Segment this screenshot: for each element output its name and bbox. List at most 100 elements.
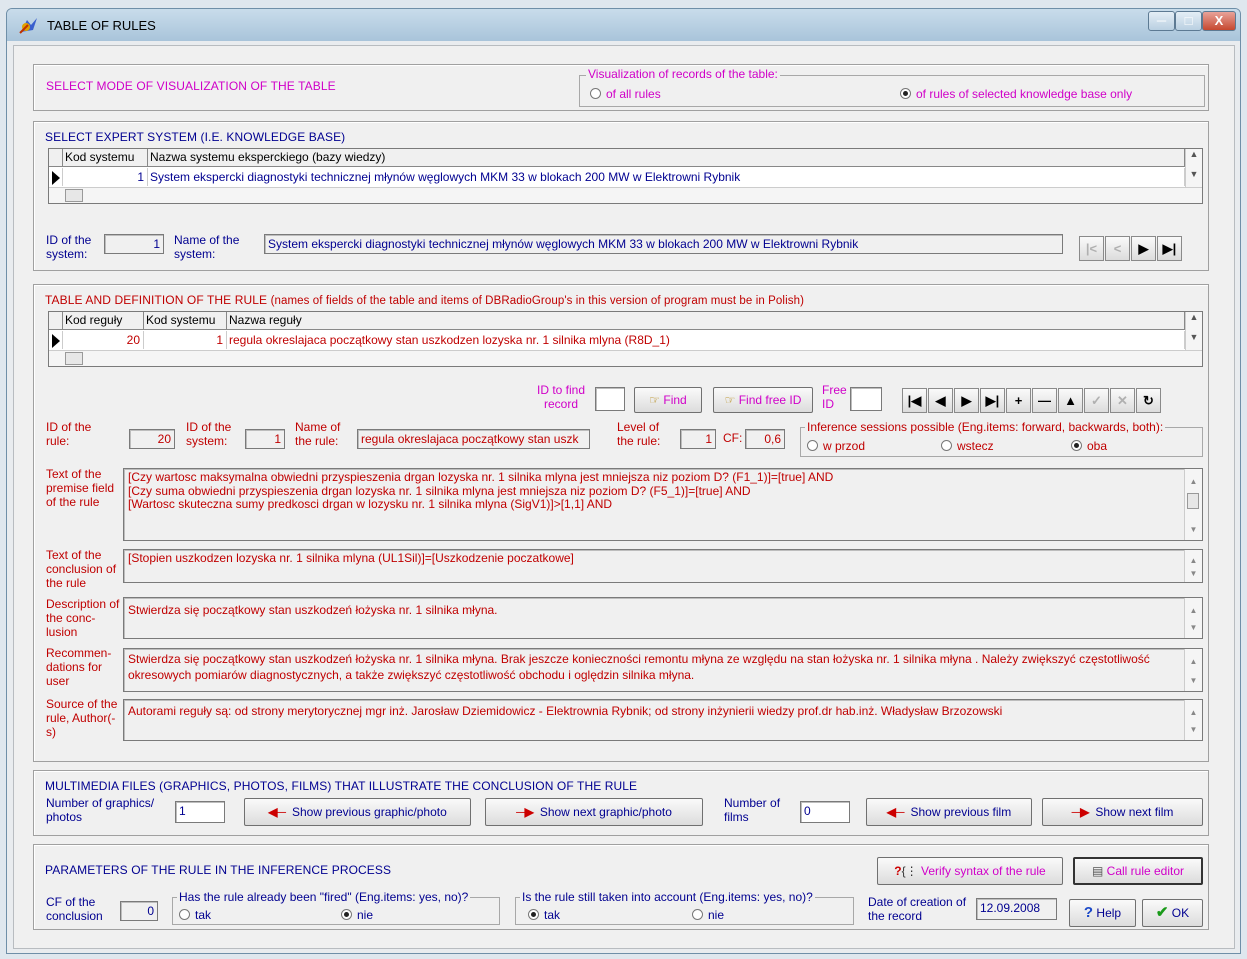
find-free-id-button[interactable]: ☞ Find free ID <box>713 387 813 413</box>
premise-scrollbar[interactable]: ▲ ▼ <box>1184 469 1202 540</box>
nav-refresh-icon[interactable]: ↻ <box>1136 388 1161 413</box>
expert-grid-hscroll[interactable] <box>49 187 1202 203</box>
col-header-nazwa-reguly[interactable]: Nazwa reguły <box>227 312 1185 330</box>
source-memo[interactable]: Autorami reguły są: od strony merytorycz… <box>123 699 1203 741</box>
prev-graphic-button[interactable]: ◀─ Show previous graphic/photo <box>244 798 471 826</box>
cell-nazwa-systemu[interactable]: System ekspercki diagnostyki technicznej… <box>148 168 1185 186</box>
nav-first-icon[interactable]: |◀ <box>902 388 927 413</box>
pointing-hand-icon: ☞ <box>724 393 736 407</box>
find-button[interactable]: ☞ Find <box>634 387 702 413</box>
arrow-left-icon: ◀─ <box>886 805 905 819</box>
verify-syntax-button[interactable]: ?{⋮ Verify syntax of the rule <box>877 857 1063 885</box>
multimedia-panel: MULTIMEDIA FILES (GRAPHICS, PHOTOS, FILM… <box>33 770 1209 836</box>
expert-name-field[interactable]: System ekspercki diagnostyki technicznej… <box>264 234 1063 254</box>
nav-delete-icon[interactable]: — <box>1032 388 1057 413</box>
session-forward-radio[interactable]: w przod <box>807 439 865 453</box>
ok-button[interactable]: ✔ OK <box>1142 899 1203 927</box>
rule-editor-button[interactable]: ▤ Call rule editor <box>1073 857 1203 885</box>
nav-last-icon[interactable]: ▶| <box>1157 236 1182 261</box>
row-cursor-icon <box>49 331 63 349</box>
nav-cancel-icon[interactable]: ✕ <box>1110 388 1135 413</box>
nav-insert-icon[interactable]: + <box>1006 388 1031 413</box>
conclusion-scrollbar[interactable]: ▲ ▼ <box>1184 550 1202 582</box>
nav-prior-icon[interactable]: ◀ <box>928 388 953 413</box>
mode-selected-kb-radio[interactable]: of rules of selected knowledge base only <box>900 87 1132 101</box>
cell-kod-systemu[interactable]: 1 <box>144 331 227 349</box>
description-memo[interactable]: Stwierdza się początkowy stan uszkodzeń … <box>123 597 1203 639</box>
recommendations-label: Recommen-dations for user <box>46 646 112 688</box>
rule-cf-field[interactable]: 0,6 <box>745 429 785 449</box>
premise-line-3: [Wartosc skuteczna sumy predkosci drgan … <box>128 497 613 511</box>
col-header-kod-systemu[interactable]: Kod systemu <box>144 312 227 330</box>
scroll-thumb[interactable] <box>65 189 83 202</box>
next-graphic-button[interactable]: ─▶ Show next graphic/photo <box>485 798 703 826</box>
expert-id-field[interactable]: 1 <box>104 234 164 254</box>
rule-system-field[interactable]: 1 <box>245 429 285 449</box>
minimize-button[interactable]: ─ <box>1148 11 1175 31</box>
cell-kod-reguly[interactable]: 20 <box>63 331 144 349</box>
fired-no-radio[interactable]: nie <box>341 908 373 922</box>
expert-grid[interactable]: Kod systemu Nazwa systemu eksperckiego (… <box>48 148 1203 204</box>
nav-first-icon[interactable]: |< <box>1079 236 1104 261</box>
cell-kod-systemu[interactable]: 1 <box>63 168 148 186</box>
description-scrollbar[interactable]: ▲ ▼ <box>1184 598 1202 638</box>
mode-group-title: Visualization of records of the table: <box>586 67 780 81</box>
title-bar[interactable]: TABLE OF RULES ─ □ X <box>7 9 1240 41</box>
col-header-kod-systemu[interactable]: Kod systemu <box>63 149 148 167</box>
help-label: Help <box>1096 906 1122 920</box>
help-icon: ? <box>1083 904 1094 921</box>
col-header-kod-reguly[interactable]: Kod reguły <box>63 312 144 330</box>
nav-next-icon[interactable]: ▶ <box>954 388 979 413</box>
maximize-button[interactable]: □ <box>1175 11 1202 31</box>
prev-film-button[interactable]: ◀─ Show previous film <box>866 798 1032 826</box>
next-film-button[interactable]: ─▶ Show next film <box>1042 798 1203 826</box>
cf-conclusion-field[interactable]: 0 <box>120 901 158 921</box>
taken-no-radio[interactable]: nie <box>692 908 724 922</box>
mode-radio-group: Visualization of records of the table: o… <box>579 67 1205 107</box>
radio-label: tak <box>195 908 212 922</box>
source-scrollbar[interactable]: ▲ ▼ <box>1184 700 1202 740</box>
premise-memo[interactable]: [Czy wartosc maksymalna obwiedni przyspi… <box>123 468 1203 541</box>
cell-nazwa-reguly[interactable]: regula okreslajaca początkowy stan uszko… <box>227 331 1185 349</box>
nav-prior-icon[interactable]: < <box>1105 236 1130 261</box>
rule-level-field[interactable]: 1 <box>680 429 716 449</box>
mode-heading: SELECT MODE OF VISUALIZATION OF THE TABL… <box>46 79 336 93</box>
rule-id-field[interactable]: 20 <box>129 429 175 449</box>
nav-edit-icon[interactable]: ▲ <box>1058 388 1083 413</box>
conclusion-memo[interactable]: [Stopien uszkodzen lozyska nr. 1 silnika… <box>123 549 1203 583</box>
expert-heading: SELECT EXPERT SYSTEM (I.E. KNOWLEDGE BAS… <box>45 130 346 144</box>
fired-radio-group: Has the rule already been "fired" (Eng.i… <box>172 890 500 925</box>
fired-yes-radio[interactable]: tak <box>179 908 211 922</box>
rule-grid-vscroll[interactable]: ▲ ▼ <box>1185 312 1202 350</box>
scroll-thumb[interactable] <box>65 352 83 365</box>
mode-all-rules-radio[interactable]: of all rules <box>590 87 661 101</box>
session-backward-radio[interactable]: wstecz <box>941 439 994 453</box>
nav-post-icon[interactable]: ✓ <box>1084 388 1109 413</box>
rule-name-field[interactable]: regula okreslajaca początkowy stan uszk <box>357 429 590 449</box>
films-count-field[interactable]: 0 <box>800 801 850 823</box>
taken-yes-radio[interactable]: tak <box>528 908 560 922</box>
rule-name-label: Name of the rule: <box>295 420 341 448</box>
recommendations-memo[interactable]: Stwierdza się początkowy stan uszkodzeń … <box>123 648 1203 692</box>
rule-grid-hscroll[interactable] <box>49 350 1202 366</box>
session-both-radio[interactable]: oba <box>1071 439 1107 453</box>
rule-heading-note: (names of fields of the table and items … <box>270 295 804 307</box>
films-count-label: Number of films <box>724 796 781 824</box>
help-button[interactable]: ? Help <box>1069 899 1136 927</box>
recommendations-scrollbar[interactable]: ▲ ▼ <box>1184 649 1202 691</box>
col-header-nazwa-systemu[interactable]: Nazwa systemu eksperckiego (bazy wiedzy) <box>148 149 1185 167</box>
checkmark-icon: ✔ <box>1155 904 1169 921</box>
verify-syntax-label: Verify syntax of the rule <box>920 864 1046 878</box>
graphics-count-field[interactable]: 1 <box>175 801 225 823</box>
free-id-field[interactable] <box>850 387 882 411</box>
date-created-field[interactable]: 12.09.2008 <box>976 898 1057 920</box>
find-id-field[interactable] <box>595 387 625 411</box>
premise-line-2: [Czy suma obwiedni przyspieszenia drgan … <box>128 483 751 498</box>
expert-grid-vscroll[interactable]: ▲ ▼ <box>1185 149 1202 187</box>
nav-next-icon[interactable]: ▶ <box>1131 236 1156 261</box>
premise-label: Text of the premise field of the rule <box>46 467 115 509</box>
rule-level-label: Level of the rule: <box>617 420 661 448</box>
rule-grid[interactable]: Kod reguły Kod systemu Nazwa reguły 20 1… <box>48 311 1203 367</box>
nav-last-icon[interactable]: ▶| <box>980 388 1005 413</box>
close-button[interactable]: X <box>1202 11 1236 31</box>
